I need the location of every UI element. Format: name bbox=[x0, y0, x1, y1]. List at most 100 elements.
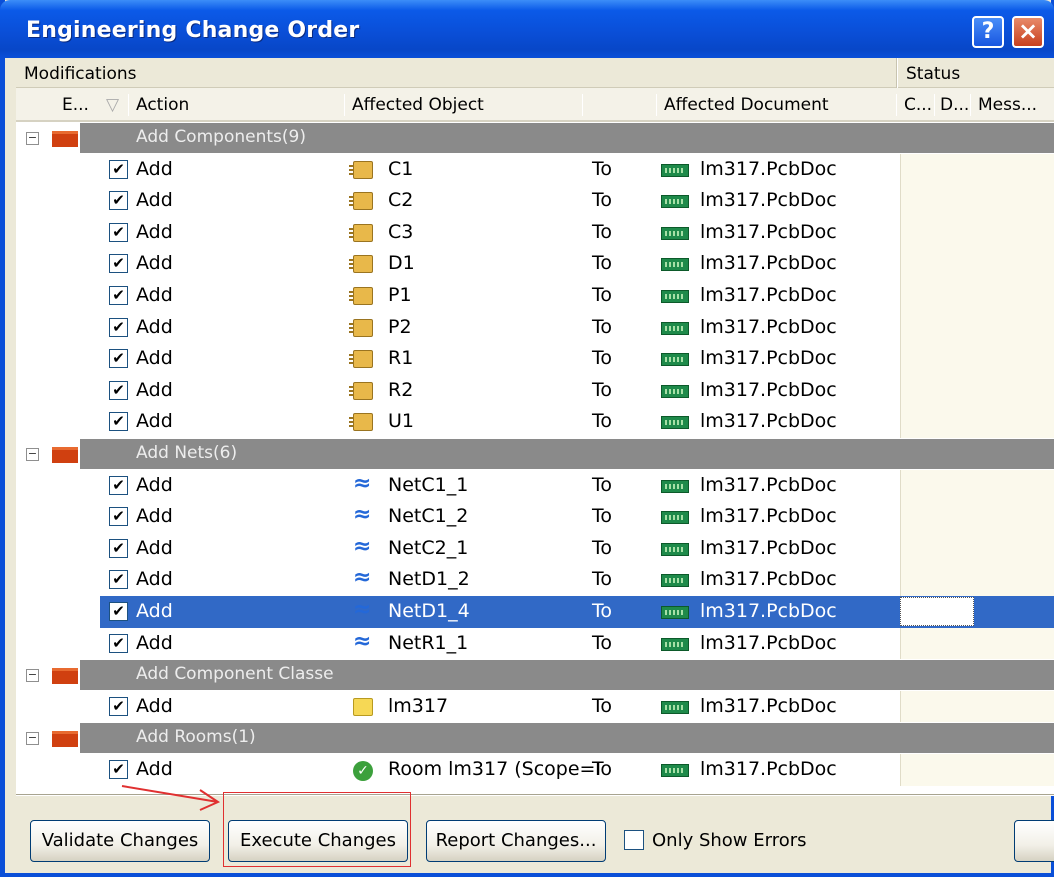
table-row[interactable]: ✔ Add ≈ NetD1_2 To lm317.PcbDoc bbox=[16, 564, 1054, 596]
enable-checkbox[interactable]: ✔ bbox=[109, 570, 128, 590]
table-row[interactable]: ✔ Add U1 To lm317.PcbDoc bbox=[16, 406, 1054, 438]
pcb-document-icon bbox=[661, 700, 689, 714]
net-icon: ≈ bbox=[353, 597, 372, 622]
affected-document-cell: lm317.PcbDoc bbox=[700, 378, 837, 401]
table-row[interactable]: ✔ Add ≈ NetC2_1 To lm317.PcbDoc bbox=[16, 532, 1054, 565]
affected-object-cell: NetC1_1 bbox=[388, 473, 469, 496]
status-cell bbox=[900, 374, 1054, 407]
enable-checkbox[interactable]: ✔ bbox=[109, 191, 128, 211]
enable-checkbox[interactable]: ✔ bbox=[109, 760, 128, 779]
table-row[interactable]: ✔ Add P2 To lm317.PcbDoc bbox=[16, 311, 1054, 344]
collapse-icon[interactable]: − bbox=[26, 448, 39, 461]
component-icon bbox=[349, 160, 373, 179]
collapse-icon[interactable]: − bbox=[26, 732, 39, 746]
to-cell: To bbox=[592, 252, 613, 275]
affected-object-cell: NetD1_2 bbox=[388, 568, 470, 591]
enable-checkbox[interactable]: ✔ bbox=[109, 254, 128, 274]
table-row[interactable]: ✔ Add ≈ NetC1_2 To lm317.PcbDoc bbox=[16, 501, 1054, 533]
affected-document-cell: lm317.PcbDoc bbox=[700, 568, 837, 591]
to-cell: To bbox=[592, 378, 613, 401]
to-cell: To bbox=[592, 758, 613, 780]
affected-object-cell: NetC2_1 bbox=[388, 536, 469, 559]
status-cell bbox=[900, 406, 1054, 438]
affected-document-cell: lm317.PcbDoc bbox=[700, 758, 837, 780]
enable-checkbox[interactable]: ✔ bbox=[109, 602, 128, 621]
enable-checkbox[interactable]: ✔ bbox=[109, 538, 128, 558]
group-label: Add Components(9) bbox=[136, 127, 306, 147]
folder-icon bbox=[52, 731, 78, 748]
title-bar[interactable]: Engineering Change Order ? × bbox=[0, 0, 1054, 58]
affected-document-cell: lm317.PcbDoc bbox=[700, 536, 837, 559]
pcb-document-icon bbox=[661, 384, 689, 398]
folder-icon bbox=[52, 447, 78, 463]
table-row[interactable]: ✔ Add ≈ NetR1_1 To lm317.PcbDoc bbox=[16, 627, 1054, 660]
to-cell: To bbox=[592, 410, 613, 433]
group-row[interactable]: − Add Components(9) bbox=[16, 122, 1054, 154]
net-icon: ≈ bbox=[353, 628, 372, 654]
validate-changes-button[interactable]: Validate Changes bbox=[30, 820, 210, 862]
collapse-icon[interactable]: − bbox=[26, 669, 39, 683]
affected-document-cell: lm317.PcbDoc bbox=[700, 505, 837, 528]
pcb-document-icon bbox=[661, 226, 689, 240]
status-cell bbox=[900, 532, 1054, 565]
table-row[interactable]: ✔ Add ✓ Room lm317 (Scope=I To lm317.PcbDoc bbox=[16, 754, 1054, 786]
group-row[interactable]: − Add Nets(6) bbox=[16, 438, 1054, 470]
affected-object-cell: C2 bbox=[388, 189, 414, 212]
table-row[interactable]: ✔ Add ≈ NetC1_1 To lm317.PcbDoc bbox=[16, 469, 1054, 502]
enable-checkbox[interactable]: ✔ bbox=[109, 412, 128, 432]
enable-checkbox[interactable]: ✔ bbox=[109, 475, 128, 495]
col-done[interactable]: D... bbox=[940, 95, 969, 115]
col-message[interactable]: Mess... bbox=[978, 95, 1037, 115]
action-cell: Add bbox=[136, 694, 173, 717]
to-cell: To bbox=[592, 600, 613, 622]
col-check[interactable]: C... bbox=[904, 95, 932, 115]
folder-icon bbox=[52, 668, 78, 685]
pcb-document-icon bbox=[661, 353, 689, 367]
enable-checkbox[interactable]: ✔ bbox=[109, 286, 128, 305]
only-show-errors-checkbox[interactable] bbox=[624, 830, 644, 850]
to-cell: To bbox=[592, 568, 613, 591]
table-row[interactable]: ✔ Add D1 To lm317.PcbDoc bbox=[16, 248, 1054, 280]
group-row[interactable]: − Add Rooms(1) bbox=[16, 722, 1054, 754]
enable-checkbox[interactable]: ✔ bbox=[109, 696, 128, 716]
enable-checkbox[interactable]: ✔ bbox=[109, 633, 128, 653]
table-row[interactable]: ✔ Add lm317 To lm317.PcbDoc bbox=[16, 690, 1054, 723]
action-cell: Add bbox=[136, 189, 173, 212]
col-affected-document[interactable]: Affected Document bbox=[664, 95, 829, 115]
affected-object-cell: U1 bbox=[388, 410, 414, 433]
table-row[interactable]: ✔ Add P1 To lm317.PcbDoc bbox=[16, 280, 1054, 312]
table-row[interactable]: ✔ Add C2 To lm317.PcbDoc bbox=[16, 185, 1054, 217]
close-dialog-button[interactable] bbox=[1014, 820, 1054, 862]
component-icon bbox=[349, 350, 373, 369]
status-cell bbox=[900, 501, 1054, 533]
report-changes-button[interactable]: Report Changes... bbox=[426, 820, 606, 862]
action-cell: Add bbox=[136, 220, 173, 243]
to-cell: To bbox=[592, 189, 613, 212]
col-action[interactable]: Action bbox=[136, 95, 189, 115]
enable-checkbox[interactable]: ✔ bbox=[109, 222, 128, 242]
to-cell: To bbox=[592, 157, 613, 180]
help-button[interactable]: ? bbox=[972, 16, 1004, 48]
col-enable[interactable]: E... bbox=[62, 95, 89, 115]
table-row[interactable]: ✔ Add R2 To lm317.PcbDoc bbox=[16, 374, 1054, 407]
table-row[interactable]: ✔ Add C1 To lm317.PcbDoc bbox=[16, 153, 1054, 186]
status-cell bbox=[900, 280, 1054, 312]
column-header-row: E... ▽ Action Affected Object Affected D… bbox=[16, 88, 1054, 122]
only-show-errors-label: Only Show Errors bbox=[652, 830, 807, 851]
table-row[interactable]: ✔ Add ≈ NetD1_4 To lm317.PcbDoc bbox=[16, 596, 1054, 628]
enable-checkbox[interactable]: ✔ bbox=[109, 380, 128, 400]
table-row[interactable]: ✔ Add C3 To lm317.PcbDoc bbox=[16, 216, 1054, 249]
affected-object-cell: lm317 bbox=[388, 694, 449, 717]
folder-icon bbox=[52, 131, 78, 147]
enable-checkbox[interactable]: ✔ bbox=[109, 507, 128, 527]
collapse-icon[interactable]: − bbox=[26, 132, 39, 145]
close-button[interactable]: × bbox=[1012, 16, 1044, 48]
to-cell: To bbox=[592, 284, 613, 306]
enable-checkbox[interactable]: ✔ bbox=[109, 159, 128, 179]
net-icon: ≈ bbox=[353, 565, 372, 591]
group-row[interactable]: − Add Component Classe bbox=[16, 659, 1054, 691]
enable-checkbox[interactable]: ✔ bbox=[109, 317, 128, 337]
enable-checkbox[interactable]: ✔ bbox=[109, 349, 128, 369]
table-row[interactable]: ✔ Add R1 To lm317.PcbDoc bbox=[16, 343, 1054, 375]
col-affected-object[interactable]: Affected Object bbox=[352, 95, 484, 115]
